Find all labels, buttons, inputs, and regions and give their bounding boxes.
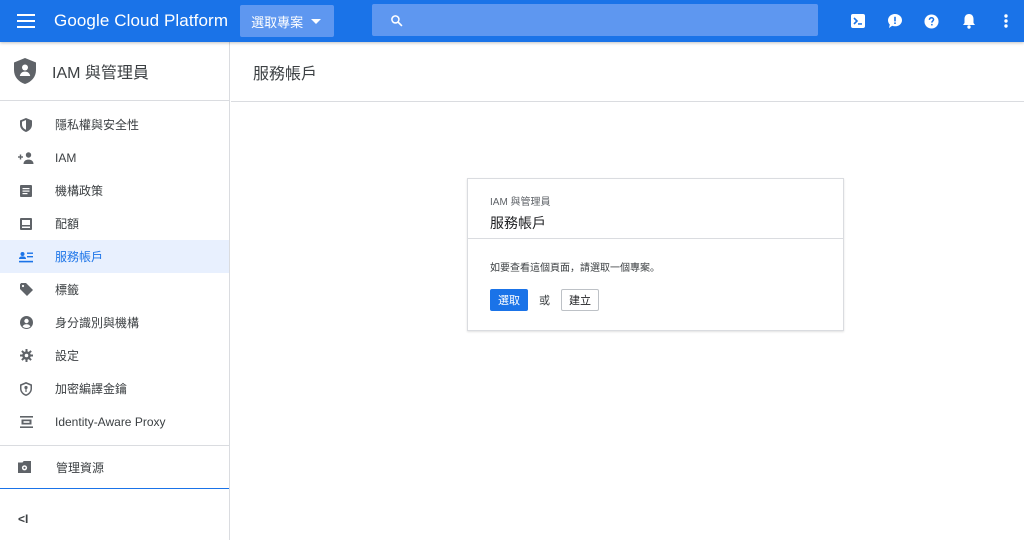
key-shield-icon [20,381,32,396]
card-message: 如要查看這個頁面，請選取一個專案。 [490,263,660,274]
manage-resources-label: 管理資源 [56,460,105,475]
select-project-button[interactable]: 選取 [490,289,528,311]
sidebar-item-settings[interactable]: 設定 [0,339,229,372]
sidebar-title: IAM 與管理員 [52,65,149,82]
sidebar-item-quotas[interactable]: 配額 [0,207,229,240]
help-button[interactable] [913,0,950,42]
chevron-down-icon [311,18,322,24]
select-project-card: IAM 與管理員 服務帳戶 如要查看這個頁面，請選取一個專案。 選取 或 建立 [467,178,844,331]
account-circle-icon [19,316,33,329]
sidebar: IAM 與管理員 隱私權與安全性 IAM 機構政策 配額 服務帳戶 標籤 身分識… [0,42,230,540]
cloud-shell-icon [850,14,865,28]
sidebar-item-iam[interactable]: IAM [0,141,229,174]
search-input[interactable] [413,6,818,34]
card-body: 如要查看這個頁面，請選取一個專案。 選取 或 建立 [468,239,843,311]
search-bar[interactable] [372,4,818,36]
sidebar-item-service-accounts[interactable]: 服務帳戶 [0,240,229,273]
shield-icon [20,117,32,132]
card-title: 服務帳戶 [490,215,546,231]
notifications-icon [962,14,975,29]
sidebar-item-crypto-keys[interactable]: 加密編譯金鑰 [0,372,229,405]
sidebar-item-label: 加密編譯金鑰 [55,382,128,396]
sidebar-item-label: 標籤 [55,283,80,297]
sidebar-item-label: 服務帳戶 [55,250,104,264]
document-icon [20,184,32,197]
sidebar-item-labels[interactable]: 標籤 [0,273,229,306]
notifications-button[interactable] [950,0,987,42]
top-app-bar: Google Cloud Platform 選取專案 [0,0,1024,42]
proxy-icon [19,415,33,428]
more-vert-icon [1003,14,1008,28]
sidebar-item-identity-org[interactable]: 身分識別與機構 [0,306,229,339]
sidebar-item-label: 隱私權與安全性 [55,118,140,132]
cloud-shell-button[interactable] [839,0,876,42]
page-title: 服務帳戶 [253,65,318,83]
sidebar-item-label: 配額 [55,217,80,231]
or-label: 或 [539,295,550,307]
card-actions: 選取 或 建立 [490,289,843,311]
manage-resources-link[interactable]: 管理資源 [0,446,229,489]
label-icon [19,283,33,296]
sidebar-item-label: 設定 [55,349,80,363]
sidebar-item-org-policies[interactable]: 機構政策 [0,174,229,207]
sidebar-item-label: IAM [55,150,77,165]
create-project-button[interactable]: 建立 [561,289,599,311]
more-options-button[interactable] [987,0,1024,42]
feedback-icon [887,14,902,28]
collapse-sidebar-button[interactable]: <I [18,512,28,526]
project-select-button[interactable]: 選取專案 [240,5,335,37]
manage-resources-icon [18,461,31,473]
project-select-label: 選取專案 [251,14,304,30]
person-add-icon [18,151,34,164]
gear-icon [19,349,33,362]
product-logo[interactable]: Google Cloud Platform [54,11,228,31]
sidebar-item-label: Identity-Aware Proxy [55,414,166,429]
service-account-icon [19,251,33,262]
iam-shield-icon [14,58,36,84]
feedback-button[interactable] [876,0,913,42]
main-content: 服務帳戶 IAM 與管理員 服務帳戶 如要查看這個頁面，請選取一個專案。 選取 … [231,42,1024,540]
page-header: 服務帳戶 [231,42,1024,102]
search-icon [391,14,403,26]
sidebar-item-label: 機構政策 [55,184,104,198]
card-header: IAM 與管理員 服務帳戶 [468,179,843,239]
menu-button[interactable] [0,0,52,42]
help-icon [924,13,939,29]
sidebar-header: IAM 與管理員 [0,42,229,101]
menu-icon [17,14,35,28]
sidebar-item-privacy-security[interactable]: 隱私權與安全性 [0,108,229,141]
sidebar-item-label: 身分識別與機構 [55,316,140,330]
top-actions [839,0,1024,42]
quota-icon [20,217,32,230]
card-subtitle: IAM 與管理員 [490,197,551,208]
sidebar-item-identity-aware-proxy[interactable]: Identity-Aware Proxy [0,405,229,438]
sidebar-nav: 隱私權與安全性 IAM 機構政策 配額 服務帳戶 標籤 身分識別與機構 設定 加… [0,101,229,438]
